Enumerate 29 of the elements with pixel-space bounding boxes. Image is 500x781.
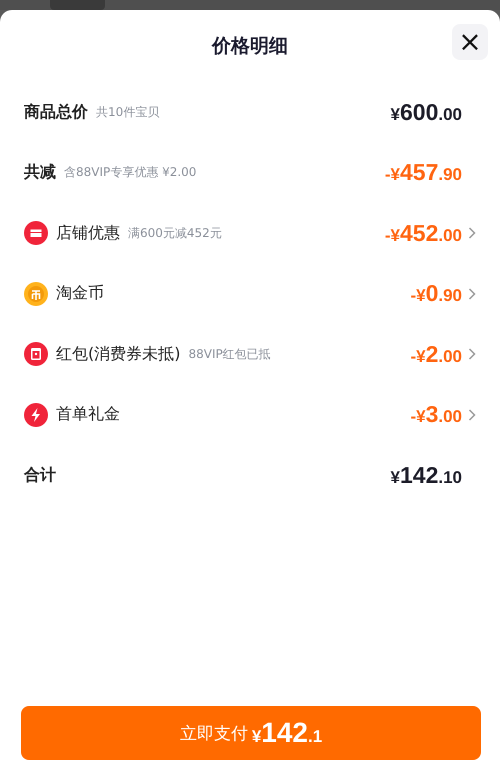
row-label: 红包(消费券未抵) bbox=[56, 344, 180, 365]
row-label: 商品总价 bbox=[24, 102, 88, 123]
coin-icon bbox=[24, 282, 48, 306]
row-label: 店铺优惠 bbox=[56, 222, 120, 244]
price-text: ¥600.00 bbox=[390, 98, 462, 126]
lightning-icon bbox=[24, 402, 48, 427]
price-text: -¥3.00 bbox=[410, 401, 462, 428]
price-text: -¥0.90 bbox=[410, 280, 462, 308]
chevron-icon[interactable] bbox=[468, 227, 476, 240]
row-note: 88VIP红包已抵 bbox=[188, 346, 271, 363]
price-text: ¥142.10 bbox=[390, 462, 462, 489]
row-label: 共减 bbox=[24, 162, 56, 184]
price-text: -¥452.00 bbox=[384, 220, 462, 247]
chevron-icon[interactable] bbox=[468, 348, 476, 360]
close-button[interactable]: × bbox=[452, 24, 488, 60]
product-thumbnail bbox=[50, 0, 105, 10]
row-label: 首单礼金 bbox=[56, 404, 120, 426]
row-note: 含88VIP专享优惠 ¥2.00 bbox=[64, 164, 196, 182]
row-label: 合计 bbox=[24, 464, 56, 486]
row-note: 满600元减452元 bbox=[128, 224, 222, 242]
row-label: 淘金币 bbox=[56, 283, 104, 304]
sheet-title: 价格明细 bbox=[212, 34, 288, 59]
row-note: 共10件宝贝 bbox=[96, 104, 160, 121]
shop-icon bbox=[24, 221, 48, 246]
price-text: -¥2.00 bbox=[410, 340, 462, 368]
price-text: -¥457.90 bbox=[384, 159, 462, 186]
envelope-icon bbox=[24, 342, 48, 366]
chevron-icon[interactable] bbox=[468, 408, 476, 421]
chevron-icon[interactable] bbox=[468, 288, 476, 300]
